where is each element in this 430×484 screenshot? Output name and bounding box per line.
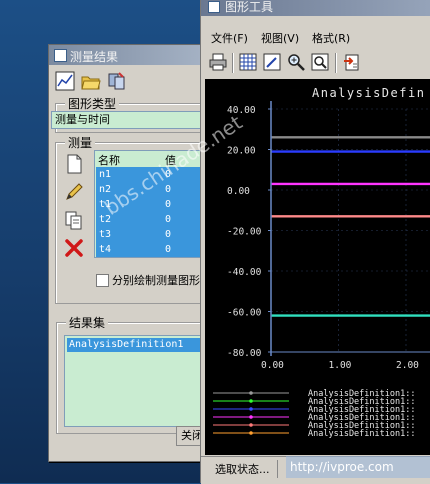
row-value: 0 bbox=[165, 229, 172, 240]
y-tick-label: 20.00 bbox=[227, 146, 256, 157]
legend-marker bbox=[249, 391, 253, 395]
edit-graph-icon[interactable] bbox=[261, 51, 283, 73]
legend-marker bbox=[249, 399, 253, 403]
table-row[interactable]: t4 0 bbox=[96, 242, 202, 257]
open-folder-icon[interactable] bbox=[79, 69, 103, 93]
tools-icon[interactable] bbox=[105, 69, 129, 93]
row-name: n1 bbox=[99, 169, 112, 180]
result-set-list: AnalysisDefinition1 bbox=[64, 335, 206, 427]
window-title: 测量结果 bbox=[70, 50, 119, 64]
copy-icon[interactable] bbox=[62, 208, 86, 232]
measure-window-titlebar[interactable]: 测量结果 bbox=[49, 45, 219, 65]
new-icon[interactable] bbox=[62, 152, 86, 176]
row-name: t3 bbox=[99, 229, 112, 240]
x-tick-label: 0.00 bbox=[261, 360, 284, 371]
toolbar-separator bbox=[232, 53, 233, 73]
graph-window-titlebar[interactable]: 图形工具 bbox=[201, 0, 430, 16]
result-set-label: 结果集 bbox=[66, 314, 109, 331]
row-value: 0 bbox=[165, 244, 172, 255]
separate-graph-label: 分别绘制测量图形 bbox=[112, 274, 200, 287]
table-row[interactable]: t3 0 bbox=[96, 227, 202, 242]
graph-plot-area[interactable]: AnalysisDefin 40.00 20.00 0.00 -20.00 -40.00-… bbox=[205, 79, 430, 455]
row-value: 0 bbox=[165, 199, 172, 210]
separate-graph-checkbox[interactable] bbox=[96, 274, 109, 287]
legend-label: AnalysisDefinition1:: bbox=[308, 429, 415, 439]
app-icon bbox=[208, 1, 220, 13]
status-separator bbox=[277, 460, 278, 478]
zoom-fit-icon[interactable] bbox=[309, 51, 331, 73]
x-tick-label: 2.00 bbox=[396, 360, 419, 371]
y-tick-label: -80.00 bbox=[227, 348, 262, 359]
measure-label: 测量 bbox=[65, 134, 96, 151]
row-name: t4 bbox=[99, 244, 112, 255]
print-icon[interactable] bbox=[207, 51, 229, 73]
graph-tool-window: 图形工具 文件(F) 视图(V) 格式(R) AnalysisDefin 40.… bbox=[200, 0, 430, 484]
y-tick-label: -40.00 bbox=[227, 267, 262, 278]
y-tick-label: -20.00 bbox=[227, 227, 262, 238]
graph-type-label: 图形类型 bbox=[65, 95, 120, 112]
menu-file[interactable]: 文件(F) bbox=[211, 30, 248, 46]
export-icon[interactable] bbox=[341, 51, 363, 73]
row-value: 0 bbox=[165, 214, 172, 225]
grid-icon[interactable] bbox=[237, 51, 259, 73]
measure-toolbar bbox=[53, 69, 129, 95]
zoom-in-icon[interactable] bbox=[285, 51, 307, 73]
graph-icon[interactable] bbox=[53, 69, 77, 93]
edit-icon[interactable] bbox=[62, 180, 86, 204]
legend-marker bbox=[249, 423, 253, 427]
chart-title: AnalysisDefin bbox=[312, 86, 425, 100]
menu-format[interactable]: 格式(R) bbox=[312, 30, 350, 46]
y-tick-label: -60.00 bbox=[227, 308, 262, 319]
line-chart: AnalysisDefin40.0020.000.00-20.00-40.00-… bbox=[213, 86, 430, 439]
menu-bar: 文件(F) 视图(V) 格式(R) bbox=[201, 28, 430, 46]
legend-marker bbox=[249, 431, 253, 435]
legend-marker bbox=[249, 407, 253, 411]
graph-type-field[interactable]: 测量与时间 bbox=[51, 111, 215, 129]
status-text: 选取状态... bbox=[215, 463, 270, 476]
delete-icon[interactable] bbox=[62, 236, 86, 260]
x-tick-label: 1.00 bbox=[329, 360, 352, 371]
menu-view[interactable]: 视图(V) bbox=[261, 30, 299, 46]
toolbar-separator bbox=[335, 53, 336, 73]
list-item[interactable]: AnalysisDefinition1 bbox=[67, 338, 205, 352]
legend-marker bbox=[249, 415, 253, 419]
window-title: 图形工具 bbox=[225, 0, 274, 14]
y-tick-label: 0.00 bbox=[227, 186, 250, 197]
watermark-banner: http://ivproe.com bbox=[286, 456, 430, 478]
column-header-name[interactable]: 名称 bbox=[98, 152, 120, 168]
app-icon bbox=[54, 49, 67, 62]
